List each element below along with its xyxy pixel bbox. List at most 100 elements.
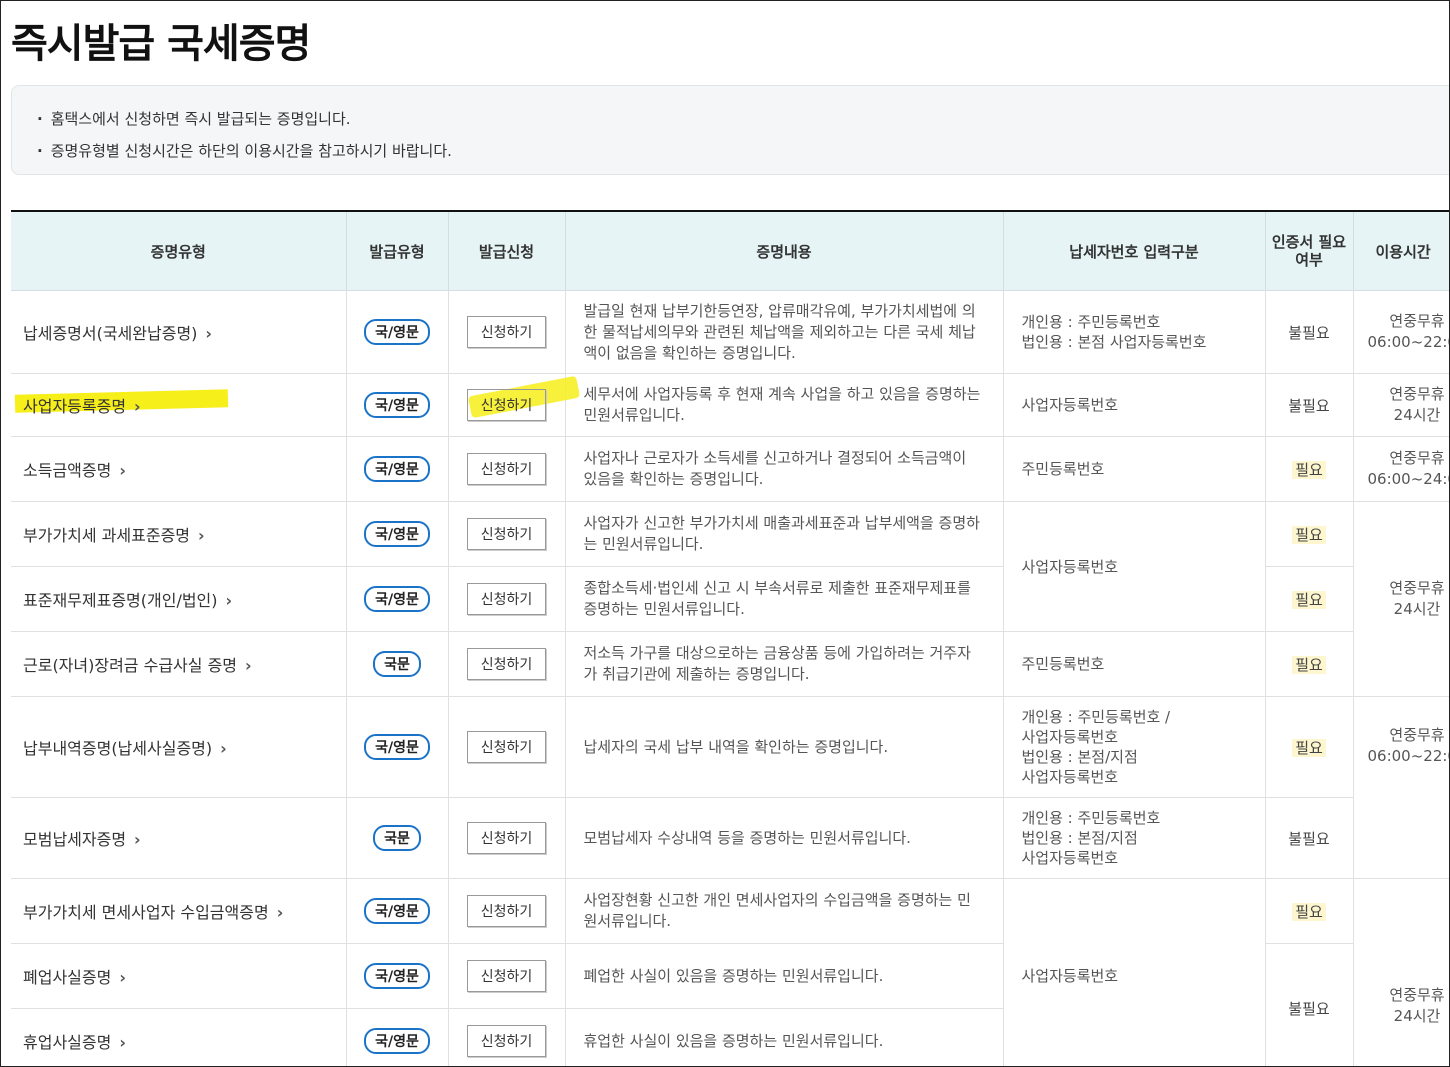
service-hours: 연중무휴 24시간 — [1352, 373, 1449, 437]
table-row: 근로(자녀)장려금 수급사실 증명 › 국문 신청하기 저소득 가구를 대상으로하… — [11, 631, 1449, 697]
chevron-right-icon: › — [225, 591, 233, 610]
cert-description: 저소득 가구를 대상으로하는 금융상품 등에 가입하려는 거주자가 취급기관에 … — [564, 631, 1004, 697]
issue-type-badge: 국/영문 — [364, 319, 430, 345]
cert-required: 필요 — [1292, 655, 1326, 674]
apply-button[interactable]: 신청하기 — [466, 960, 547, 992]
chevron-right-icon: › — [119, 461, 126, 480]
page-title: 즉시발급 국세증명 — [11, 21, 311, 67]
table-row: 사업자등록증명 › 국/영문 신청하기 세무서에 사업자등록 후 현재 계속 사업… — [11, 373, 1449, 437]
header-type: 증명유형 — [11, 211, 347, 291]
cert-type-link[interactable]: 부가가치세 과세표준증명 › — [11, 501, 347, 567]
chevron-right-icon: › — [134, 830, 141, 849]
cert-required: 불필요 — [1264, 943, 1354, 1066]
cert-description: 모범납세자 수상내역 등을 증명하는 민원서류입니다. — [564, 797, 1004, 879]
input-type: 개인용 : 주민등록번호 법인용 : 본점/지점 사업자등록번호 — [1002, 797, 1266, 879]
cert-type-link[interactable]: 부가가치세 면세사업자 수입금액증명 › — [11, 878, 347, 944]
apply-button[interactable]: 신청하기 — [466, 453, 547, 485]
input-type: 사업자등록번호 — [1002, 373, 1266, 437]
cert-description: 사업장현황 신고한 개인 면세사업자의 수입금액을 증명하는 민원서류입니다. — [564, 878, 1004, 944]
issue-type-badge: 국문 — [373, 651, 421, 677]
cert-type-link[interactable]: 납부내역증명(납세사실증명) › — [11, 696, 347, 798]
apply-button[interactable]: 신청하기 — [466, 895, 547, 927]
cert-type-link[interactable]: 폐업사실증명 › — [11, 943, 347, 1009]
cert-description: 납세자의 국세 납부 내역을 확인하는 증명입니다. — [564, 696, 1004, 798]
table-row: 모범납세자증명 › 국문 신청하기 모범납세자 수상내역 등을 증명하는 민원서류… — [11, 797, 1449, 879]
service-hours: 연중무휴 06:00~22:00 — [1352, 290, 1449, 374]
service-hours: 연중무휴 06:00~22:00 — [1352, 696, 1449, 879]
apply-button[interactable]: 신청하기 — [466, 518, 547, 550]
issue-type-badge: 국/영문 — [364, 456, 430, 482]
cert-type-link[interactable]: 근로(자녀)장려금 수급사실 증명 › — [11, 631, 347, 697]
chevron-right-icon: › — [119, 1033, 126, 1052]
notice-line: 홈택스에서 신청하면 즉시 발급되는 증명입니다. — [37, 103, 1449, 135]
chevron-right-icon: › — [205, 324, 212, 343]
cert-description: 폐업한 사실이 있음을 증명하는 민원서류입니다. — [564, 943, 1004, 1009]
header-cert: 인증서 필요 여부 — [1264, 211, 1354, 291]
cert-required: 불필요 — [1264, 373, 1354, 437]
cert-description: 발급일 현재 납부기한등연장, 압류매각유예, 부가가치세법에 의한 물적납세의… — [564, 290, 1004, 374]
header-time: 이용시간 — [1352, 211, 1449, 291]
header-issue-type: 발급유형 — [345, 211, 449, 291]
chevron-right-icon: › — [134, 397, 141, 416]
cert-required: 필요 — [1292, 902, 1326, 921]
apply-button[interactable]: 신청하기 — [466, 316, 547, 348]
apply-button[interactable]: 신청하기 — [466, 1025, 547, 1057]
apply-button[interactable]: 신청하기 — [466, 648, 547, 680]
input-type: 개인용 : 주민등록번호 / 사업자등록번호 법인용 : 본점/지점 사업자등록… — [1002, 696, 1266, 798]
cert-type-link[interactable]: 표준재무제표증명(개인/법인) › — [11, 566, 347, 632]
table-row: 납부내역증명(납세사실증명) › 국/영문 신청하기 납세자의 국세 납부 내역을… — [11, 696, 1449, 879]
cert-description: 휴업한 사실이 있음을 증명하는 민원서류입니다. — [564, 1008, 1004, 1066]
issue-type-badge: 국/영문 — [364, 392, 430, 418]
issue-type-badge: 국문 — [373, 825, 421, 851]
cert-required: 필요 — [1292, 590, 1326, 609]
certificate-table: 증명유형 발급유형 발급신청 증명내용 납세자번호 입력구분 인증서 필요 여부… — [11, 210, 1449, 1066]
issue-type-badge: 국/영문 — [364, 734, 430, 760]
service-hours: 연중무휴 24시간 — [1352, 501, 1449, 697]
apply-button[interactable]: 신청하기 — [466, 583, 547, 615]
cert-type-link[interactable]: 납세증명서(국세완납증명) › — [11, 290, 347, 374]
cert-required: 필요 — [1292, 460, 1326, 479]
cert-type-link[interactable]: 사업자등록증명 › — [11, 373, 347, 437]
issue-type-badge: 국/영문 — [364, 586, 430, 612]
apply-button[interactable]: 신청하기 — [466, 822, 547, 854]
header-content: 증명내용 — [564, 211, 1004, 291]
input-type: 사업자등록번호 — [1002, 501, 1266, 632]
issue-type-badge: 국/영문 — [364, 521, 430, 547]
issue-type-badge: 국/영문 — [364, 898, 430, 924]
table-header-row: 증명유형 발급유형 발급신청 증명내용 납세자번호 입력구분 인증서 필요 여부… — [11, 211, 1449, 291]
input-type: 주민등록번호 — [1002, 631, 1266, 697]
cert-required: 필요 — [1292, 738, 1326, 757]
table-row: 부가가치세 과세표준증명 › 국/영문 신청하기 사업자가 신고한 부가가치세 매… — [11, 501, 1449, 697]
chevron-right-icon: › — [276, 903, 284, 922]
cert-type-link[interactable]: 소득금액증명 › — [11, 436, 347, 502]
table-row: 소득금액증명 › 국/영문 신청하기 사업자나 근로자가 소득세를 신고하거나 결… — [11, 436, 1449, 502]
table-row: 납세증명서(국세완납증명) › 국/영문 신청하기 발급일 현재 납부기한등연장,… — [11, 290, 1449, 374]
page-frame: 즉시발급 국세증명 홈택스에서 신청하면 즉시 발급되는 증명입니다. 증명유형… — [0, 0, 1450, 1067]
service-hours: 연중무휴 06:00~24:00 — [1352, 436, 1449, 502]
cert-required: 필요 — [1292, 525, 1326, 544]
apply-button[interactable]: 신청하기 — [466, 731, 547, 763]
table-row: 부가가치세 면세사업자 수입금액증명 › 국/영문 신청하기 사업장현황 신고한 … — [11, 878, 1449, 1066]
cert-required: 불필요 — [1264, 797, 1354, 879]
notice-line: 증명유형별 신청시간은 하단의 이용시간을 참고하시기 바랍니다. — [37, 135, 1449, 167]
cert-description: 세무서에 사업자등록 후 현재 계속 사업을 하고 있음을 증명하는 민원서류입… — [564, 373, 1004, 437]
notice-box: 홈택스에서 신청하면 즉시 발급되는 증명입니다. 증명유형별 신청시간은 하단… — [11, 85, 1449, 175]
cert-required: 불필요 — [1264, 290, 1354, 374]
input-type: 주민등록번호 — [1002, 436, 1266, 502]
cert-description: 사업자나 근로자가 소득세를 신고하거나 결정되어 소득금액이 있음을 확인하는… — [564, 436, 1004, 502]
input-type: 개인용 : 주민등록번호 법인용 : 본점 사업자등록번호 — [1002, 290, 1266, 374]
cert-type-link[interactable]: 모범납세자증명 › — [11, 797, 347, 879]
chevron-right-icon: › — [245, 656, 252, 675]
cert-description: 종합소득세·법인세 신고 시 부속서류로 제출한 표준재무제표를 증명하는 민원… — [564, 566, 1004, 632]
header-apply: 발급신청 — [447, 211, 566, 291]
apply-button[interactable]: 신청하기 — [466, 389, 547, 421]
issue-type-badge: 국/영문 — [364, 1028, 430, 1054]
service-hours: 연중무휴 24시간 — [1352, 878, 1449, 1066]
chevron-right-icon: › — [198, 526, 205, 545]
chevron-right-icon: › — [119, 968, 126, 987]
input-type: 사업자등록번호 — [1002, 878, 1266, 1066]
cert-type-link[interactable]: 휴업사실증명 › — [11, 1008, 347, 1066]
issue-type-badge: 국/영문 — [364, 963, 430, 989]
cert-description: 사업자가 신고한 부가가치세 매출과세표준과 납부세액을 증명하는 민원서류입니… — [564, 501, 1004, 567]
header-input: 납세자번호 입력구분 — [1002, 211, 1266, 291]
